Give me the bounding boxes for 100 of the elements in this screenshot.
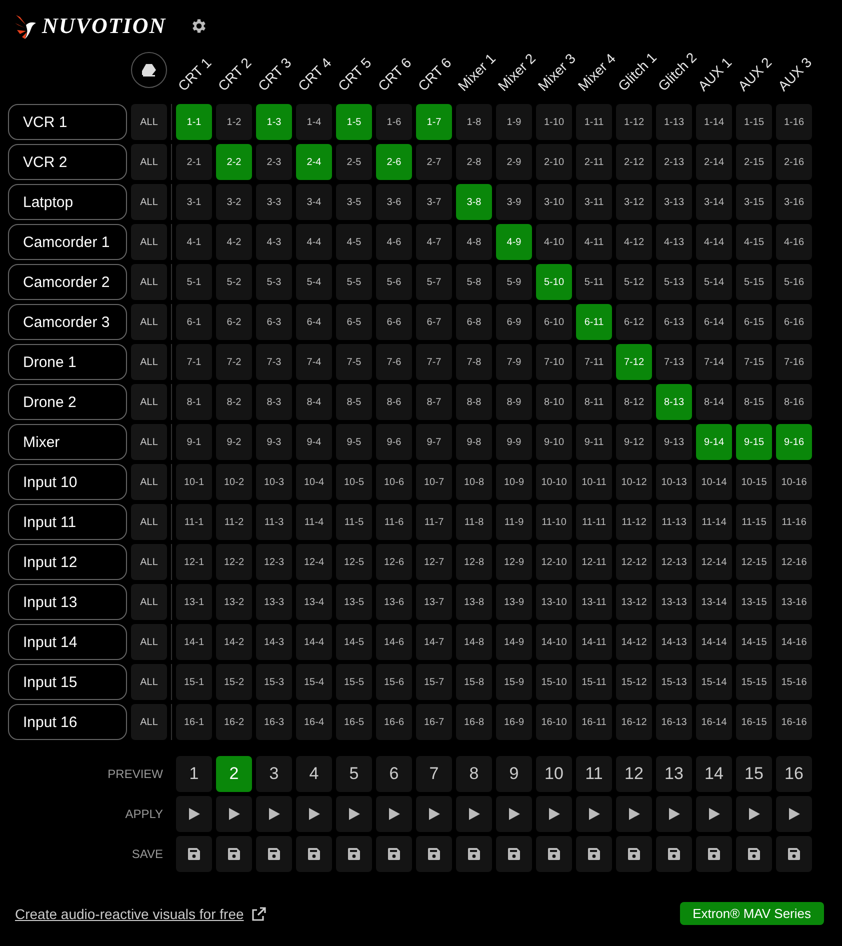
crosspoint-button[interactable]: 15-15: [736, 664, 772, 700]
apply-button[interactable]: [536, 796, 572, 832]
crosspoint-button[interactable]: 10-1: [176, 464, 212, 500]
settings-icon[interactable]: [190, 17, 208, 35]
crosspoint-button[interactable]: 11-14: [696, 504, 732, 540]
save-button[interactable]: [336, 836, 372, 872]
crosspoint-button[interactable]: 13-5: [336, 584, 372, 620]
crosspoint-button[interactable]: 9-2: [216, 424, 252, 460]
crosspoint-button[interactable]: 14-3: [256, 624, 292, 660]
crosspoint-button[interactable]: 15-11: [576, 664, 612, 700]
crosspoint-button[interactable]: 3-7: [416, 184, 452, 220]
crosspoint-button[interactable]: 4-7: [416, 224, 452, 260]
crosspoint-button[interactable]: 1-2: [216, 104, 252, 140]
crosspoint-button[interactable]: 9-1: [176, 424, 212, 460]
crosspoint-button[interactable]: 4-4: [296, 224, 332, 260]
crosspoint-button[interactable]: 16-8: [456, 704, 492, 740]
crosspoint-button[interactable]: 13-3: [256, 584, 292, 620]
crosspoint-button[interactable]: 12-15: [736, 544, 772, 580]
all-button[interactable]: ALL: [131, 664, 167, 700]
save-button[interactable]: [696, 836, 732, 872]
crosspoint-button[interactable]: 6-12: [616, 304, 652, 340]
crosspoint-button[interactable]: 3-9: [496, 184, 532, 220]
input-name[interactable]: Input 15: [8, 664, 127, 700]
crosspoint-button[interactable]: 10-6: [376, 464, 412, 500]
apply-button[interactable]: [416, 796, 452, 832]
crosspoint-button[interactable]: 16-1: [176, 704, 212, 740]
crosspoint-button[interactable]: 16-13: [656, 704, 692, 740]
crosspoint-button[interactable]: 5-7: [416, 264, 452, 300]
preview-button[interactable]: 2: [216, 756, 252, 792]
crosspoint-button[interactable]: 14-2: [216, 624, 252, 660]
crosspoint-button[interactable]: 6-5: [336, 304, 372, 340]
crosspoint-button[interactable]: 3-8: [456, 184, 492, 220]
crosspoint-button[interactable]: 1-14: [696, 104, 732, 140]
crosspoint-button[interactable]: 7-5: [336, 344, 372, 380]
crosspoint-button[interactable]: 16-15: [736, 704, 772, 740]
crosspoint-button[interactable]: 6-16: [776, 304, 812, 340]
crosspoint-button[interactable]: 4-15: [736, 224, 772, 260]
crosspoint-button[interactable]: 1-7: [416, 104, 452, 140]
all-button[interactable]: ALL: [131, 544, 167, 580]
crosspoint-button[interactable]: 3-12: [616, 184, 652, 220]
crosspoint-button[interactable]: 4-9: [496, 224, 532, 260]
crosspoint-button[interactable]: 8-12: [616, 384, 652, 420]
preview-button[interactable]: 12: [616, 756, 652, 792]
crosspoint-button[interactable]: 9-15: [736, 424, 772, 460]
crosspoint-button[interactable]: 13-13: [656, 584, 692, 620]
promo-link[interactable]: Create audio-reactive visuals for free: [15, 906, 244, 922]
crosspoint-button[interactable]: 15-12: [616, 664, 652, 700]
crosspoint-button[interactable]: 7-7: [416, 344, 452, 380]
crosspoint-button[interactable]: 15-7: [416, 664, 452, 700]
crosspoint-button[interactable]: 15-6: [376, 664, 412, 700]
crosspoint-button[interactable]: 11-16: [776, 504, 812, 540]
preview-button[interactable]: 8: [456, 756, 492, 792]
crosspoint-button[interactable]: 2-2: [216, 144, 252, 180]
crosspoint-button[interactable]: 5-4: [296, 264, 332, 300]
crosspoint-button[interactable]: 8-8: [456, 384, 492, 420]
crosspoint-button[interactable]: 8-16: [776, 384, 812, 420]
crosspoint-button[interactable]: 12-16: [776, 544, 812, 580]
preview-button[interactable]: 9: [496, 756, 532, 792]
crosspoint-button[interactable]: 14-14: [696, 624, 732, 660]
crosspoint-button[interactable]: 2-14: [696, 144, 732, 180]
crosspoint-button[interactable]: 13-4: [296, 584, 332, 620]
crosspoint-button[interactable]: 2-11: [576, 144, 612, 180]
crosspoint-button[interactable]: 12-3: [256, 544, 292, 580]
crosspoint-button[interactable]: 6-3: [256, 304, 292, 340]
crosspoint-button[interactable]: 16-16: [776, 704, 812, 740]
apply-button[interactable]: [616, 796, 652, 832]
crosspoint-button[interactable]: 15-5: [336, 664, 372, 700]
crosspoint-button[interactable]: 6-14: [696, 304, 732, 340]
crosspoint-button[interactable]: 7-6: [376, 344, 412, 380]
crosspoint-button[interactable]: 7-8: [456, 344, 492, 380]
crosspoint-button[interactable]: 8-14: [696, 384, 732, 420]
crosspoint-button[interactable]: 6-10: [536, 304, 572, 340]
all-button[interactable]: ALL: [131, 624, 167, 660]
crosspoint-button[interactable]: 15-14: [696, 664, 732, 700]
crosspoint-button[interactable]: 12-1: [176, 544, 212, 580]
crosspoint-button[interactable]: 9-12: [616, 424, 652, 460]
apply-button[interactable]: [696, 796, 732, 832]
crosspoint-button[interactable]: 1-4: [296, 104, 332, 140]
crosspoint-button[interactable]: 9-8: [456, 424, 492, 460]
crosspoint-button[interactable]: 5-10: [536, 264, 572, 300]
crosspoint-button[interactable]: 11-9: [496, 504, 532, 540]
apply-button[interactable]: [216, 796, 252, 832]
crosspoint-button[interactable]: 11-15: [736, 504, 772, 540]
crosspoint-button[interactable]: 7-14: [696, 344, 732, 380]
crosspoint-button[interactable]: 7-10: [536, 344, 572, 380]
crosspoint-button[interactable]: 11-5: [336, 504, 372, 540]
crosspoint-button[interactable]: 1-1: [176, 104, 212, 140]
apply-button[interactable]: [376, 796, 412, 832]
all-button[interactable]: ALL: [131, 384, 167, 420]
crosspoint-button[interactable]: 13-10: [536, 584, 572, 620]
input-name[interactable]: Input 14: [8, 624, 127, 660]
crosspoint-button[interactable]: 2-10: [536, 144, 572, 180]
crosspoint-button[interactable]: 10-7: [416, 464, 452, 500]
crosspoint-button[interactable]: 15-13: [656, 664, 692, 700]
crosspoint-button[interactable]: 13-15: [736, 584, 772, 620]
crosspoint-button[interactable]: 9-7: [416, 424, 452, 460]
clear-button[interactable]: [131, 52, 167, 88]
crosspoint-button[interactable]: 1-6: [376, 104, 412, 140]
crosspoint-button[interactable]: 12-13: [656, 544, 692, 580]
crosspoint-button[interactable]: 15-1: [176, 664, 212, 700]
